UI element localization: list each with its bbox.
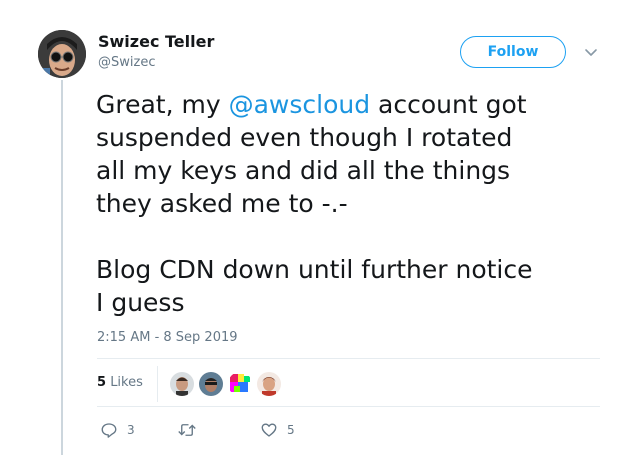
reply-icon [101,423,117,438]
tweet-text-segment: account got [370,90,527,119]
tweet-timestamp[interactable]: 2:15 AM - 8 Sep 2019 [97,330,238,345]
likes-label: Likes [110,375,143,390]
author-avatar[interactable] [38,30,86,78]
like-action[interactable]: 5 [260,421,295,439]
tweet-line-4: they asked me to -.- [96,189,348,218]
liker-avatar-image [199,372,223,396]
liker-avatar-image [228,372,252,396]
likes-number: 5 [97,375,107,390]
tweet-line-2: suspended even though I rotated [96,123,513,152]
author-name[interactable]: Swizec Teller [98,32,214,51]
tweet-line-3: all my keys and did all the things [96,156,511,185]
liker-avatar[interactable] [199,372,223,396]
liker-avatar[interactable] [257,372,281,396]
reply-action[interactable]: 3 [100,421,135,439]
retweet-icon [178,424,196,436]
liker-avatar[interactable] [228,372,252,396]
tweet-line-5: Blog CDN down until further notice [96,255,533,284]
divider [97,358,600,359]
tweet-text: Great, my @awscloud account got suspende… [96,88,616,319]
divider [97,406,600,407]
liker-avatar[interactable] [170,372,194,396]
tweet-line-6: I guess [96,288,185,317]
likes-count[interactable]: 5 Likes [97,375,143,390]
retweet-action[interactable] [177,421,206,439]
liker-avatars [170,372,286,396]
chevron-down-icon[interactable] [583,44,599,60]
stats-separator [157,366,158,402]
follow-button[interactable]: Follow [460,36,566,68]
like-count: 5 [287,423,295,437]
heart-icon [261,423,277,437]
avatar-image [38,30,86,78]
liker-avatar-image [170,372,194,396]
mention-link[interactable]: @awscloud [229,90,371,119]
liker-avatar-image [257,372,281,396]
paragraph-break [96,220,616,253]
tweet-text-segment: Great, my [96,90,229,119]
thread-line [61,80,63,455]
author-handle[interactable]: @Swizec [98,55,155,70]
reply-count: 3 [127,423,135,437]
tweet-line-1: Great, my @awscloud account got [96,88,616,121]
